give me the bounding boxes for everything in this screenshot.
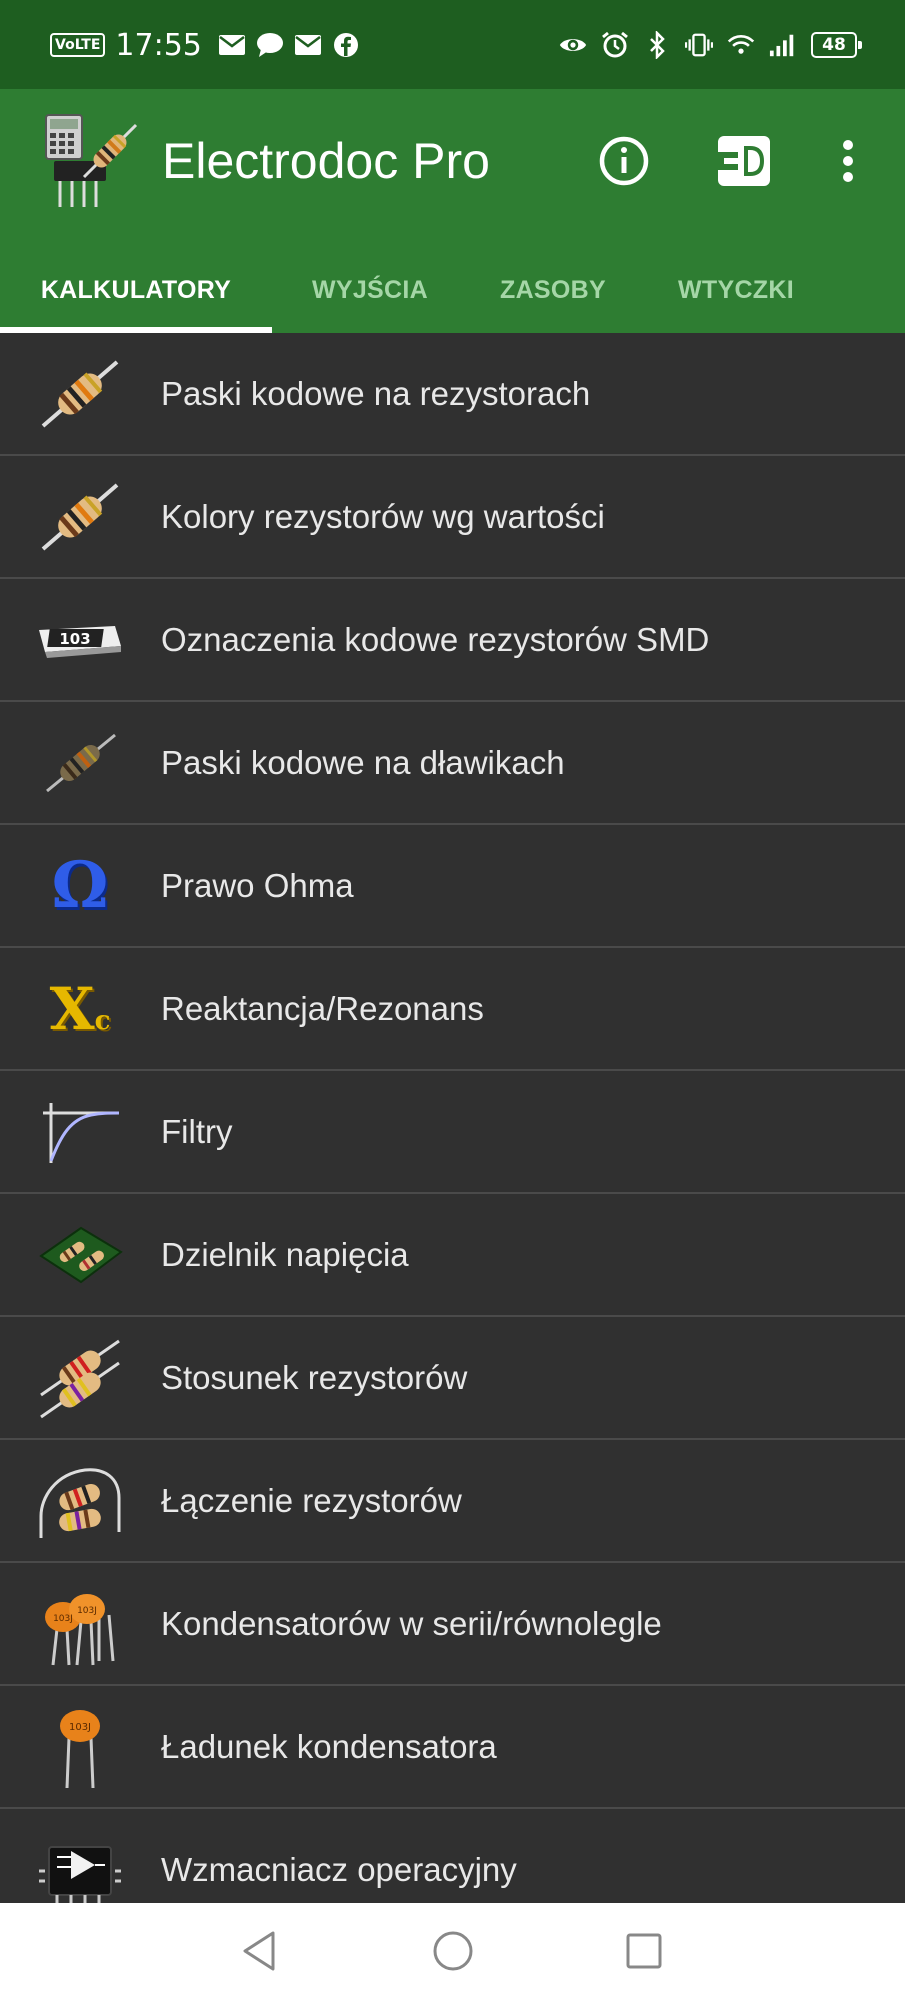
list-item[interactable]: 103 Oznaczenia kodowe rezystorów SMD (0, 579, 905, 702)
more-options-button[interactable] (818, 129, 878, 193)
status-time: 17:55 (115, 27, 202, 63)
app-title: Electrodoc Pro (162, 133, 490, 189)
plugins-button[interactable] (712, 129, 776, 193)
home-button[interactable] (425, 1923, 481, 1979)
calculator-list: Paski kodowe na rezystorach Kolory rezys… (0, 333, 905, 1903)
status-bar-right: 48 (559, 24, 862, 66)
list-item-label: Oznaczenia kodowe rezystorów SMD (161, 620, 710, 658)
mail-icon (294, 31, 322, 59)
list-item-label: Prawo Ohma (161, 866, 354, 904)
resistor-icon (30, 349, 130, 439)
mail-icon (218, 31, 246, 59)
tab-kalkulatory[interactable]: KALKULATORY (0, 247, 272, 333)
list-item-label: Kolory rezystorów wg wartości (161, 497, 605, 535)
voltage-divider-icon (30, 1210, 130, 1300)
list-item[interactable]: Xc Reaktancja/Rezonans (0, 948, 905, 1071)
volte-badge: VoLTE (50, 33, 106, 57)
capacitor-code-text: 103J (53, 1614, 73, 1624)
filter-curve-icon (30, 1087, 130, 1177)
omega-symbol: Ω (51, 848, 109, 923)
list-item[interactable]: Wzmacniacz operacyjny (0, 1809, 905, 1903)
capacitor-icon: 103J (30, 1702, 130, 1792)
app-logo-icon (40, 111, 144, 215)
reactance-c: c (94, 1006, 111, 1036)
list-item[interactable]: Ω Prawo Ohma (0, 825, 905, 948)
home-icon (433, 1931, 473, 1971)
inductor-icon (30, 718, 130, 808)
resistor-icon (30, 472, 130, 562)
list-item[interactable]: Stosunek rezystorów (0, 1317, 905, 1440)
list-item-label: Wzmacniacz operacyjny (161, 1850, 517, 1888)
omega-icon: Ω (30, 841, 130, 931)
list-item-label: Filtry (161, 1112, 233, 1150)
list-item-label: Reaktancja/Rezonans (161, 989, 484, 1027)
app-bar: Electrodoc Pro KALKULATORY WYJŚCIA ZASOB… (0, 89, 905, 333)
resistor-network-icon (30, 1456, 130, 1546)
tab-wtyczki[interactable]: WTYCZKI (638, 247, 834, 333)
eye-icon (559, 31, 587, 59)
battery-indicator: 48 (811, 32, 862, 58)
tab-zasoby[interactable]: ZASOBY (468, 247, 638, 333)
more-vert-icon (843, 140, 853, 182)
list-item-label: Dzielnik napięcia (161, 1235, 409, 1273)
tab-bar: KALKULATORY WYJŚCIA ZASOBY WTYCZKI (0, 247, 905, 333)
list-item[interactable]: Dzielnik napięcia (0, 1194, 905, 1317)
signal-icon (769, 31, 797, 59)
list-item-label: Kondensatorów w serii/równolegle (161, 1604, 662, 1642)
list-item[interactable]: Paski kodowe na rezystorach (0, 333, 905, 456)
status-bar: VoLTE 17:55 48 (0, 0, 905, 89)
op-amp-icon (30, 1825, 130, 1903)
facebook-icon (332, 31, 360, 59)
list-item-label: Stosunek rezystorów (161, 1358, 468, 1396)
list-item[interactable]: Kolory rezystorów wg wartości (0, 456, 905, 579)
list-item[interactable]: 103J Ładunek kondensatora (0, 1686, 905, 1809)
list-item-label: Paski kodowe na rezystorach (161, 374, 591, 412)
list-item[interactable]: 103J 103J Kondensatorów w serii/równolegl… (0, 1563, 905, 1686)
wifi-icon (727, 31, 755, 59)
back-icon (243, 1931, 275, 1971)
list-item-label: Ładunek kondensatora (161, 1727, 497, 1765)
resistor-pair-icon (30, 1333, 130, 1423)
chat-icon (256, 31, 284, 59)
list-item[interactable]: Łączenie rezystorów (0, 1440, 905, 1563)
info-button[interactable] (592, 129, 656, 193)
smd-code-text: 103 (59, 630, 90, 648)
capacitor-code-text: 103J (69, 1722, 91, 1733)
recents-icon (626, 1933, 662, 1969)
info-icon (599, 136, 649, 186)
capacitors-icon: 103J 103J (30, 1579, 130, 1669)
list-item-label: Paski kodowe na dławikach (161, 743, 565, 781)
list-item[interactable]: Filtry (0, 1071, 905, 1194)
list-item-label: Łączenie rezystorów (161, 1481, 462, 1519)
smd-resistor-icon: 103 (30, 595, 130, 685)
vibrate-icon (685, 31, 713, 59)
plug-icon (718, 136, 770, 186)
alarm-icon (601, 31, 629, 59)
capacitor-code-text: 103J (77, 1606, 97, 1616)
back-button[interactable] (231, 1923, 287, 1979)
navigation-bar (0, 1903, 905, 2000)
bluetooth-icon (643, 31, 671, 59)
list-item[interactable]: Paski kodowe na dławikach (0, 702, 905, 825)
tab-wyjscia[interactable]: WYJŚCIA (272, 247, 468, 333)
reactance-icon: Xc (30, 964, 130, 1054)
status-bar-left: VoLTE 17:55 (50, 24, 360, 66)
reactance-symbol: Xc (50, 975, 111, 1043)
recents-button[interactable] (616, 1923, 672, 1979)
reactance-x: X (49, 975, 95, 1043)
